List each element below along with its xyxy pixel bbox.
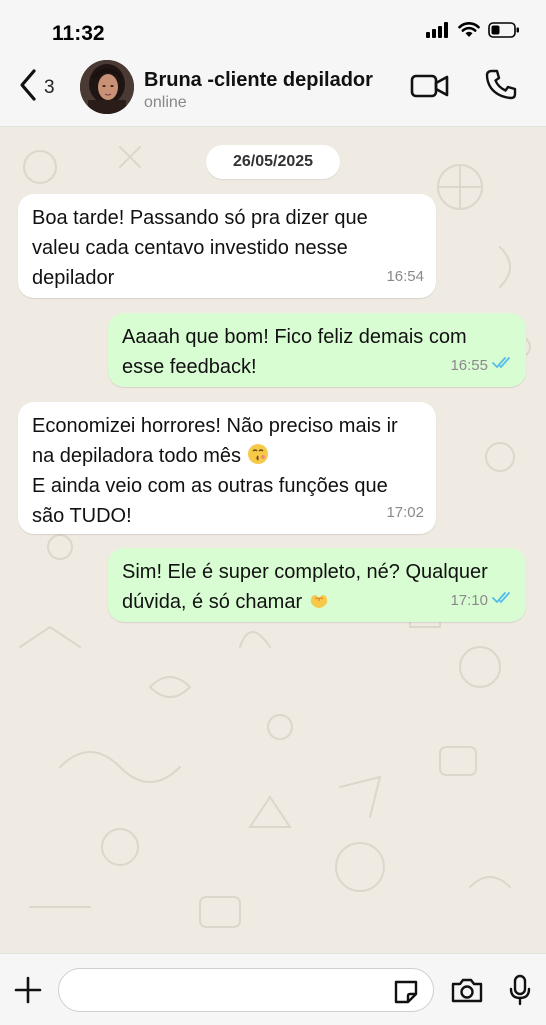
- status-icons: [426, 22, 520, 43]
- message-meta: 16:54: [386, 262, 424, 292]
- message-text-part: Economizei horrores! Não preciso mais ir…: [32, 415, 398, 467]
- status-time: 11:32: [52, 22, 105, 45]
- microphone-icon: [508, 974, 532, 1010]
- message-meta: 17:10: [450, 586, 514, 616]
- message-text: Economizei horrores! Não preciso mais ir…: [32, 411, 422, 531]
- phone-icon: [484, 69, 518, 106]
- contact-name[interactable]: Bruna -cliente depilador: [144, 69, 373, 92]
- camera-button[interactable]: [450, 976, 484, 1009]
- camera-icon: [450, 978, 484, 1008]
- plus-icon: [14, 976, 42, 1008]
- message-time: 17:10: [450, 592, 488, 609]
- video-camera-icon: [410, 74, 450, 104]
- message-text: Boa tarde! Passando só pra dizer que val…: [32, 207, 368, 289]
- voice-message-button[interactable]: [508, 974, 532, 1011]
- message-composer: [0, 953, 546, 1025]
- sticker-button[interactable]: [392, 978, 420, 1011]
- sticker-icon: [392, 980, 420, 1010]
- incoming-message[interactable]: Boa tarde! Passando só pra dizer que val…: [18, 194, 436, 298]
- double-check-read-icon: [492, 586, 514, 616]
- double-check-read-icon: [492, 351, 514, 381]
- chevron-left-icon: [18, 68, 38, 107]
- contact-status: online: [144, 94, 187, 111]
- chat-header: 3 Bruna -cliente depilador online: [0, 52, 546, 127]
- message-text-part: Sim! Ele é super completo, né? Qualquer …: [122, 561, 488, 613]
- heart-hands-emoji: [308, 589, 330, 611]
- chat-area[interactable]: 26/05/2025 Boa tarde! Passando só pra di…: [0, 127, 546, 953]
- message-meta: 16:55: [450, 351, 514, 381]
- message-text-part: E ainda veio com as outras funções que s…: [32, 475, 388, 527]
- incoming-message[interactable]: Economizei horrores! Não preciso mais ir…: [18, 402, 436, 534]
- battery-icon: [488, 22, 520, 43]
- wifi-icon: [458, 22, 480, 43]
- message-time: 17:02: [386, 504, 424, 521]
- message-input[interactable]: [58, 968, 434, 1012]
- message-time: 16:54: [386, 268, 424, 285]
- back-button[interactable]: 3: [18, 68, 55, 107]
- message-time: 16:55: [450, 357, 488, 374]
- outgoing-message[interactable]: Aaaah que bom! Fico feliz demais com ess…: [108, 313, 526, 387]
- kissing-face-emoji: [247, 443, 269, 465]
- outgoing-message[interactable]: Sim! Ele é super completo, né? Qualquer …: [108, 548, 526, 622]
- date-separator: 26/05/2025: [206, 145, 340, 179]
- voice-call-button[interactable]: [484, 68, 518, 107]
- video-call-button[interactable]: [410, 72, 450, 105]
- unread-count: 3: [44, 76, 55, 98]
- avatar[interactable]: [80, 60, 134, 114]
- signal-icon: [426, 22, 450, 43]
- message-meta: 17:02: [386, 498, 424, 528]
- attach-button[interactable]: [14, 976, 42, 1009]
